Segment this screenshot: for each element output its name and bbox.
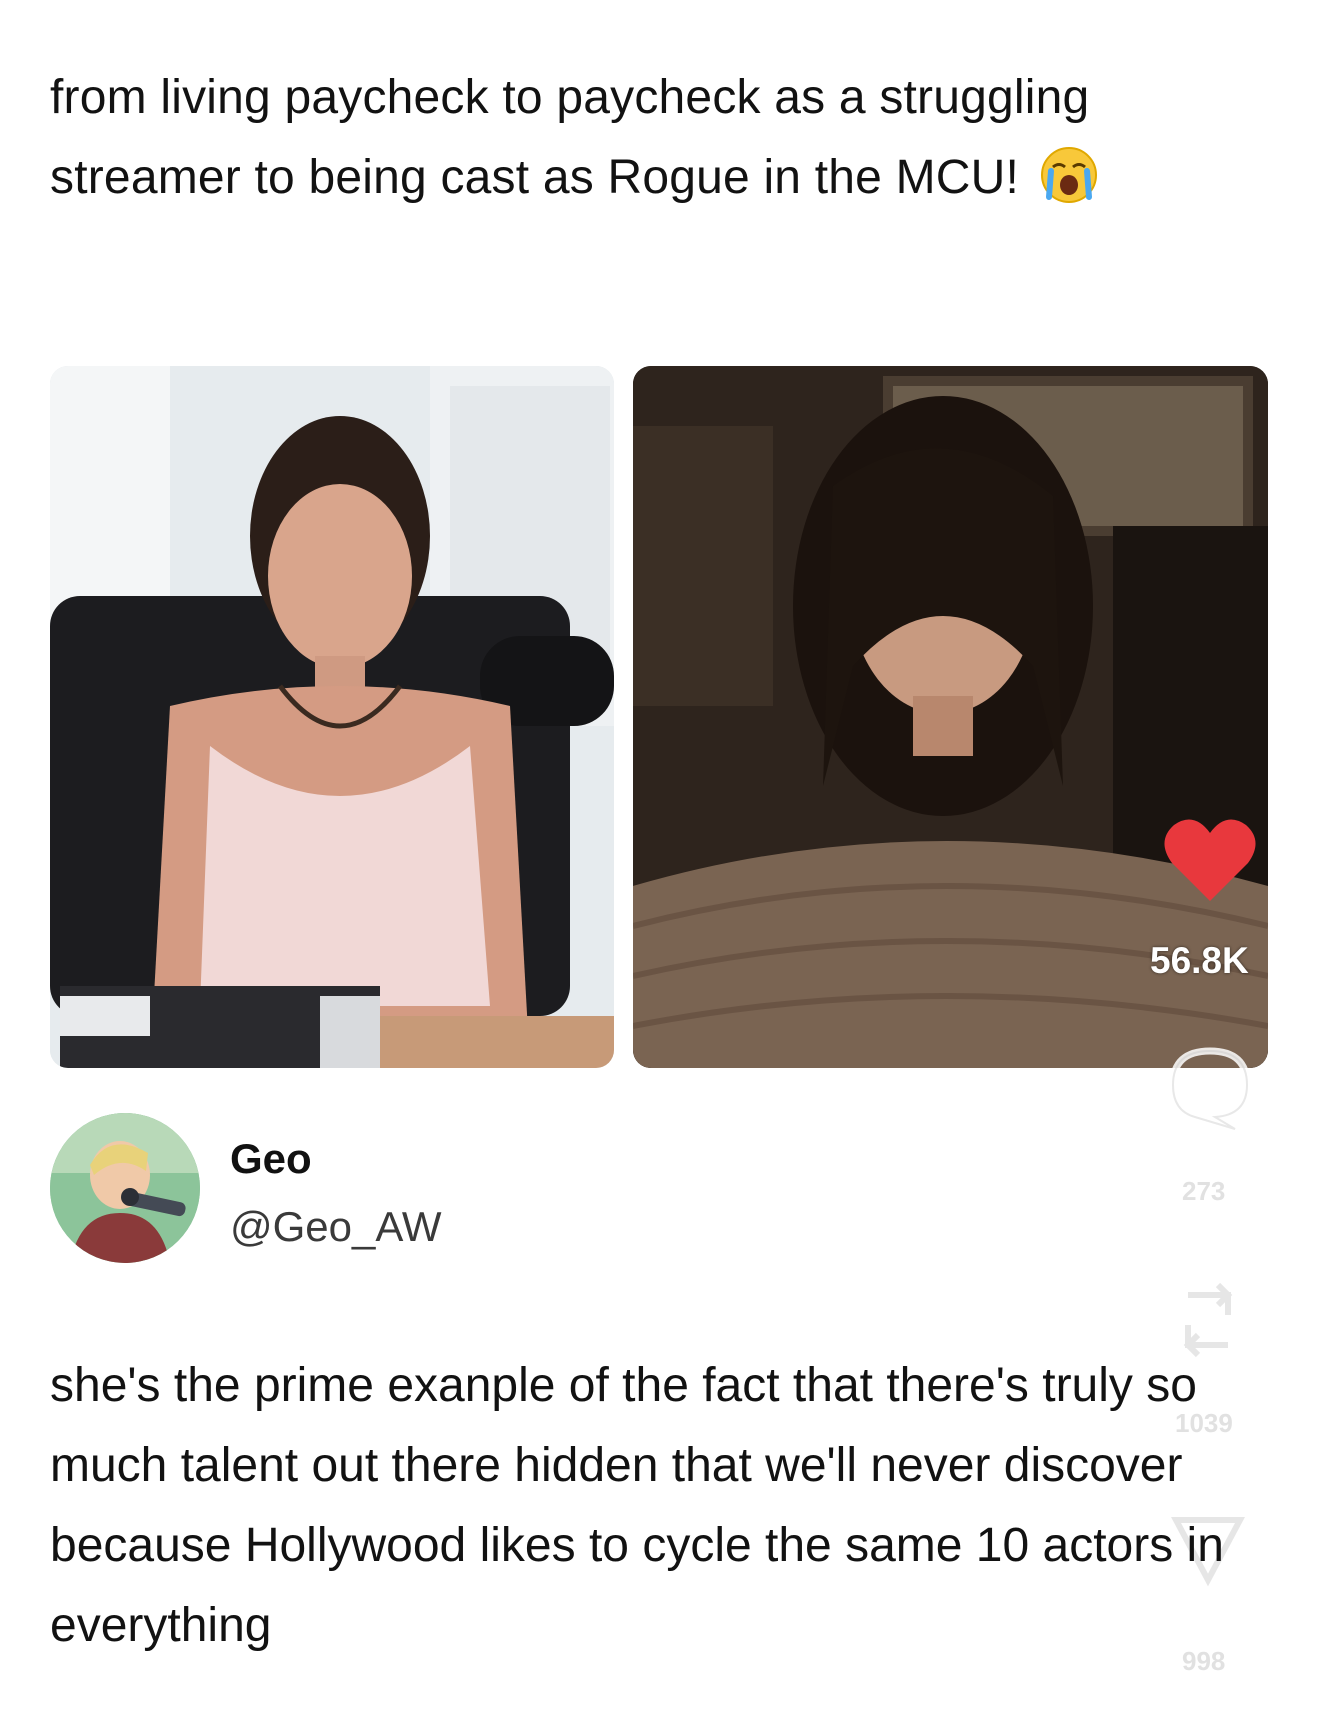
heart-icon[interactable] [1162, 815, 1258, 905]
streamer-photo[interactable] [50, 366, 614, 1068]
comment-count: 273 [1182, 1176, 1226, 1206]
tweet-author: Geo @Geo_AW [50, 1113, 750, 1263]
like-count: 56.8K [1150, 940, 1249, 981]
loudly-crying-face-icon [1040, 147, 1097, 203]
author-handle[interactable]: @Geo_AW [230, 1203, 441, 1251]
caption-text: from living paycheck to paycheck as a st… [50, 71, 1090, 204]
tweet-text: she's the prime exanple of the fact that… [50, 1359, 1224, 1652]
post-caption: from living paycheck to paycheck as a st… [50, 58, 1250, 218]
photo-grid [50, 366, 1268, 1068]
comment-icon[interactable] [1165, 1043, 1255, 1133]
author-name[interactable]: Geo [230, 1135, 312, 1183]
avatar[interactable] [50, 1113, 200, 1263]
